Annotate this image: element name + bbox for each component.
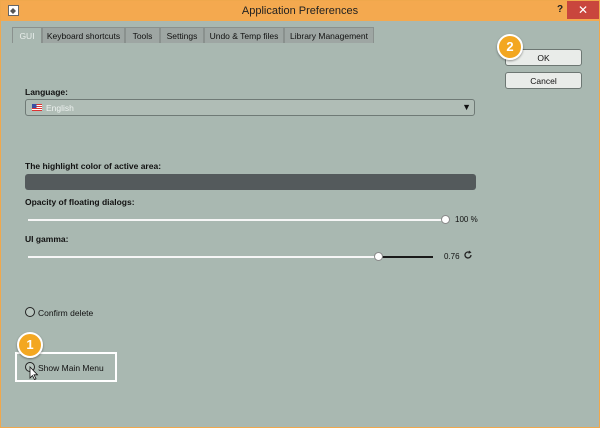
- us-flag-icon: [32, 104, 42, 111]
- highlight-color-label: The highlight color of active area:: [25, 161, 162, 171]
- close-button[interactable]: ✕: [567, 1, 599, 19]
- reset-icon[interactable]: [463, 250, 473, 260]
- cancel-button[interactable]: Cancel: [505, 72, 582, 89]
- confirm-delete-radio[interactable]: [25, 307, 35, 317]
- opacity-slider-handle[interactable]: [441, 215, 450, 224]
- opacity-slider-track[interactable]: [28, 219, 447, 221]
- title-bar: Application Preferences ? ✕: [1, 1, 599, 21]
- step-1-badge: 1: [17, 332, 43, 358]
- tab-undo-temp-files[interactable]: Undo & Temp files: [204, 27, 284, 43]
- opacity-label: Opacity of floating dialogs:: [25, 197, 135, 207]
- show-main-menu-label[interactable]: Show Main Menu: [38, 363, 104, 373]
- tab-library-management[interactable]: Library Management: [284, 27, 374, 43]
- gamma-slider-handle[interactable]: [374, 252, 383, 261]
- tab-gui[interactable]: GUI: [12, 27, 42, 43]
- window-title: Application Preferences: [241, 5, 359, 17]
- tab-keyboard-shortcuts[interactable]: Keyboard shortcuts: [42, 27, 125, 43]
- language-label: Language:: [25, 87, 68, 97]
- language-value: English: [46, 103, 74, 113]
- mouse-cursor-icon: [29, 366, 39, 380]
- language-dropdown[interactable]: English ▼: [25, 99, 475, 116]
- gamma-slider-remainder[interactable]: [379, 256, 433, 258]
- tab-tools[interactable]: Tools: [125, 27, 160, 43]
- gamma-label: UI gamma:: [25, 234, 69, 244]
- confirm-delete-label[interactable]: Confirm delete: [38, 308, 93, 318]
- highlight-color-swatch[interactable]: [25, 174, 476, 190]
- tab-settings[interactable]: Settings: [160, 27, 204, 43]
- step-2-badge: 2: [497, 34, 523, 60]
- gamma-value: 0.76: [444, 252, 460, 261]
- chevron-down-icon[interactable]: ▼: [462, 102, 471, 112]
- opacity-value: 100 %: [455, 215, 478, 224]
- preferences-window: Application Preferences ? ✕ GUI Keyboard…: [0, 0, 600, 428]
- gamma-slider-track[interactable]: [28, 256, 379, 258]
- help-button[interactable]: ?: [553, 3, 567, 17]
